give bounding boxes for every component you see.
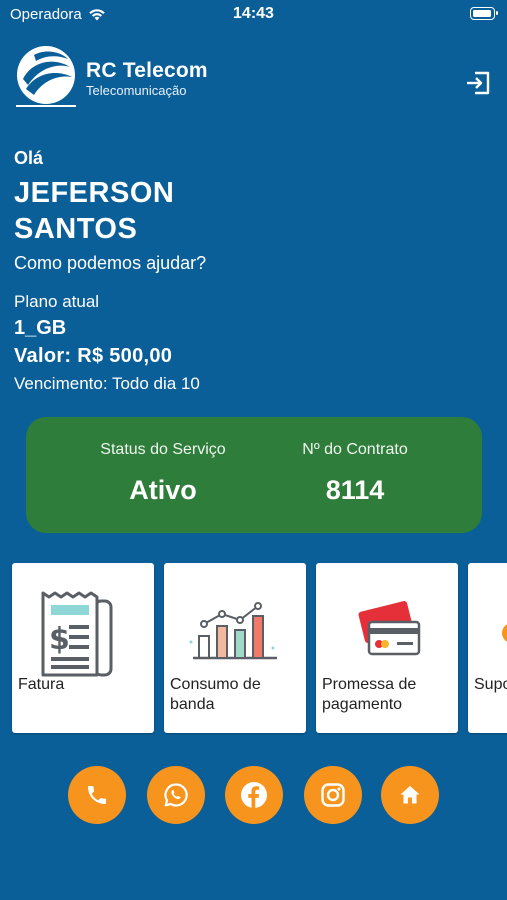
brand-subtitle: Telecomunicação [86, 83, 187, 98]
payment-promise-card[interactable]: Promessa de pagamento [316, 563, 458, 733]
plan-value: Valor: R$ 500,00 [14, 345, 173, 367]
status-bar: Operadora 14:43 [0, 0, 507, 30]
service-status-card: Status do Serviço Ativo Nº do Contrato 8… [26, 417, 482, 533]
bandwidth-card-label: Consumo de banda [170, 676, 261, 713]
greeting-hello: Olá [14, 148, 44, 168]
support-icon [502, 624, 507, 642]
plan-due-date: Vencimento: Todo dia 10 [14, 374, 200, 393]
battery-icon [470, 7, 498, 20]
contract-number: Nº do Contrato 8114 [255, 441, 455, 506]
instagram-button[interactable] [304, 766, 362, 824]
bandwidth-chart-icon [189, 602, 277, 660]
instagram-icon [321, 783, 345, 807]
invoice-icon: $ [41, 591, 113, 677]
svg-text:$: $ [49, 622, 70, 657]
help-text: Como podemos ajudar? [14, 253, 207, 273]
support-card[interactable]: Suporte [468, 563, 507, 733]
contract-number-value: 8114 [325, 475, 385, 505]
brand: RC Telecom Telecomunicação [86, 59, 208, 98]
greeting-section: Olá JEFERSON SANTOS Como podemos ajudar?… [14, 148, 484, 394]
facebook-icon [241, 782, 267, 808]
service-status: Status do Serviço Ativo [63, 441, 263, 506]
payment-promise-card-label: Promessa de pagamento [322, 676, 417, 713]
plan-label: Plano atual [14, 292, 100, 311]
user-name: JEFERSON SANTOS [14, 177, 175, 245]
clock: 14:43 [233, 5, 274, 22]
whatsapp-icon [164, 783, 188, 807]
logout-icon[interactable] [465, 71, 491, 95]
home-icon [400, 786, 420, 804]
service-status-value: Ativo [129, 475, 197, 505]
invoice-card-label: Fatura [18, 676, 65, 693]
contact-buttons [0, 766, 507, 824]
contract-number-label: Nº do Contrato [302, 441, 408, 458]
brand-name: RC Telecom [86, 59, 208, 82]
invoice-card[interactable]: $ Fatura [12, 563, 154, 733]
plan-name: 1_GB [14, 317, 67, 339]
home-button[interactable] [381, 766, 439, 824]
phone-icon [88, 786, 106, 804]
facebook-button[interactable] [225, 766, 283, 824]
whatsapp-button[interactable] [147, 766, 205, 824]
support-card-label: Suporte [474, 676, 507, 693]
rc-telecom-logo [16, 46, 76, 107]
phone-button[interactable] [68, 766, 126, 824]
payment-cards-icon [358, 601, 421, 656]
service-status-label: Status do Serviço [100, 441, 226, 458]
action-cards-carousel[interactable]: $ Fatura Consumo de banda Promessa de pa… [0, 563, 507, 735]
bandwidth-card[interactable]: Consumo de banda [164, 563, 306, 733]
